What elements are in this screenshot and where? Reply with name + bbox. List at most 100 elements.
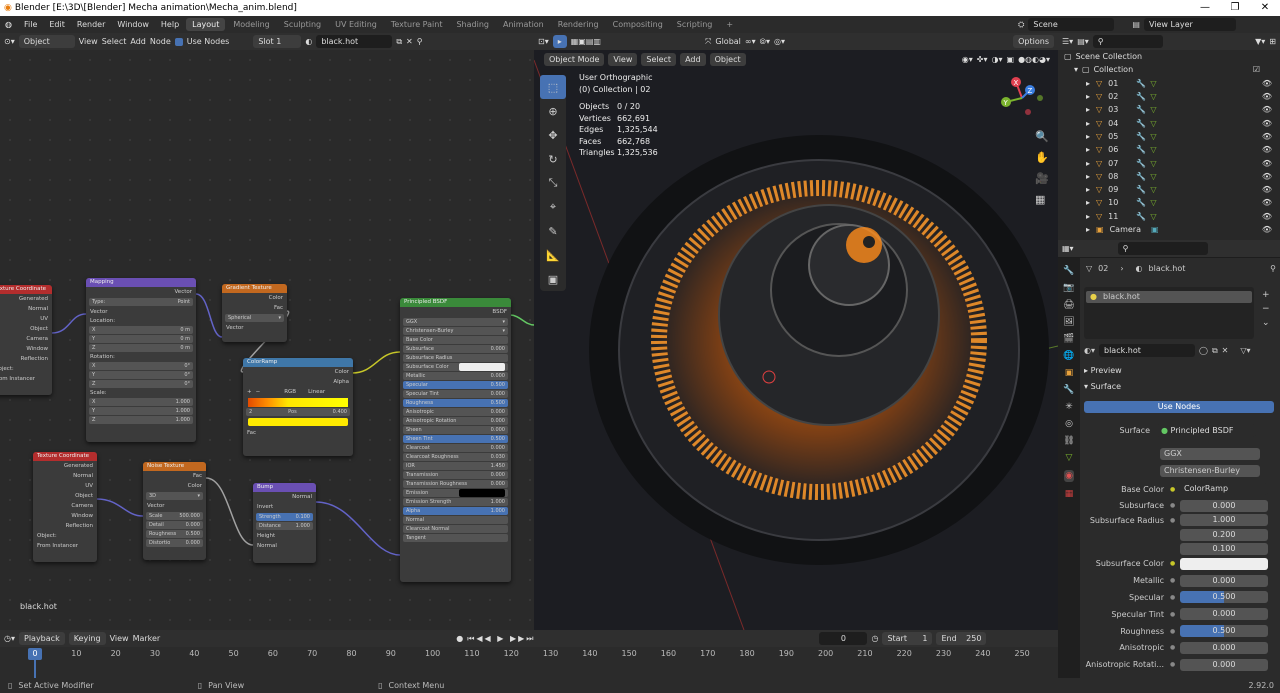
bsdf-input-row[interactable]: Tangent — [403, 534, 508, 542]
viewport-add-menu[interactable]: Add — [680, 53, 706, 66]
data-tab-icon[interactable]: ▽ — [1066, 453, 1073, 463]
tab-shading[interactable]: Shading — [450, 18, 495, 31]
current-frame-field[interactable]: 0 — [819, 632, 868, 645]
noise-texture-node[interactable]: Noise Texture Fac Color 3D ▾ Vector Scale… — [143, 462, 206, 560]
shader-type-dropdown[interactable]: Object — [18, 35, 75, 48]
options-dropdown[interactable]: Options — [1013, 35, 1054, 48]
bsdf-input-row[interactable]: Emission — [403, 489, 508, 497]
scene-selector[interactable]: Scene — [1028, 18, 1115, 31]
principled-bsdf-node[interactable]: Principled BSDF BSDF GGX ▾ Christensen-Bu… — [400, 298, 511, 582]
cursor-tool-icon[interactable]: ⊕ — [540, 99, 566, 123]
preview-panel-header[interactable]: ▸ Preview — [1084, 366, 1122, 375]
visibility-eye-icon[interactable]: 👁 — [1262, 145, 1272, 154]
unlink-material-icon[interactable]: ✕ — [406, 37, 413, 46]
mode-dropdown[interactable]: Object Mode — [544, 53, 605, 66]
playhead[interactable]: 0 — [28, 648, 42, 660]
expand-icon[interactable]: ▸ — [1086, 212, 1090, 221]
bsdf-input-row[interactable]: Specular Tint 0.000 — [403, 390, 508, 398]
property-value[interactable]: 0.200 — [1180, 528, 1268, 541]
interpolation-dropdown[interactable]: Linear — [308, 387, 325, 397]
mapping-node[interactable]: Mapping Vector Type: Point Vector Locatio… — [86, 278, 196, 442]
node-add-menu[interactable]: Add — [130, 37, 146, 46]
visibility-eye-icon[interactable]: 👁 — [1262, 119, 1272, 128]
expand-icon[interactable]: ▸ — [1086, 145, 1090, 154]
rotation-x[interactable]: X 0° — [89, 362, 193, 370]
select-mode-icons[interactable]: ▦▣▤▥ — [571, 37, 601, 46]
property-value[interactable]: 0.500 — [1180, 625, 1268, 637]
property-value[interactable]: 0.100 — [1180, 543, 1268, 556]
visibility-eye-icon[interactable]: 👁 — [1262, 212, 1272, 221]
visibility-eye-icon[interactable]: 👁 — [1262, 159, 1272, 168]
scene-collection-row[interactable]: ▢ Scene Collection — [1058, 50, 1280, 63]
clock-icon[interactable]: ◷ — [871, 634, 878, 643]
rotate-tool-icon[interactable]: ↻ — [540, 147, 566, 171]
distribution-dropdown[interactable]: GGX — [1160, 448, 1260, 460]
expand-icon[interactable]: ▸ — [1086, 172, 1090, 181]
add-slot-icon[interactable]: + — [1262, 290, 1270, 300]
stop-color-swatch[interactable] — [248, 418, 348, 426]
properties-search-input[interactable]: ⚲ — [1117, 242, 1208, 255]
bsdf-input-row[interactable]: Transmission 0.000 — [403, 471, 508, 479]
property-value[interactable]: 0.000 — [1180, 658, 1268, 671]
playback-menu[interactable]: Playback — [19, 632, 65, 645]
visibility-eye-icon[interactable]: 👁 — [1262, 79, 1272, 88]
annotate-tool-icon[interactable]: ✎ — [540, 219, 566, 243]
expand-icon[interactable]: ▸ — [1086, 119, 1090, 128]
browse-material-icon[interactable]: ◐▾ — [1084, 346, 1095, 355]
texture-coordinate-node-2[interactable]: Texture Coordinate Generated Normal UV O… — [33, 452, 97, 562]
stop-position-field[interactable]: 2 Pos 0.400 — [246, 408, 350, 416]
tab-layout[interactable]: Layout — [186, 18, 226, 31]
node-node-menu[interactable]: Node — [150, 37, 171, 46]
outliner-item-row[interactable]: ▸ ▽ 02 🔧 ▽ 👁 — [1058, 90, 1280, 103]
visibility-eye-icon[interactable]: 👁 — [1262, 198, 1272, 207]
dimensions-dropdown[interactable]: 3D ▾ — [146, 492, 203, 500]
gradient-texture-node[interactable]: Gradient Texture Color Fac Spherical ▾ Ve… — [222, 284, 287, 342]
menu-edit[interactable]: Edit — [44, 20, 70, 29]
camera-view-icon[interactable]: 🎥 — [1035, 172, 1049, 185]
material-slots-list[interactable]: ● black.hot — [1084, 287, 1254, 339]
property-value[interactable]: 1.000 — [1180, 514, 1268, 527]
viewport-editor-icon[interactable]: ⊡▾ — [538, 37, 549, 46]
expand-icon[interactable]: ▸ — [1086, 79, 1090, 88]
use-nodes-button[interactable]: Use Nodes — [1084, 401, 1274, 413]
particles-tab-icon[interactable]: ✳ — [1065, 402, 1073, 412]
rotation-z[interactable]: Z 0° — [89, 380, 193, 388]
viewport-view-menu[interactable]: View — [608, 53, 638, 66]
navigation-gizmo[interactable]: X Y Z — [996, 74, 1048, 126]
bsdf-input-row[interactable]: Alpha 1.000 — [403, 507, 508, 515]
add-stop-icon[interactable]: + — [247, 387, 252, 397]
property-value[interactable] — [1180, 557, 1268, 570]
modifier-tab-icon[interactable]: 🔧 — [1063, 385, 1074, 395]
outliner-item-row[interactable]: ▸ ▽ 06 🔧 ▽ 👁 — [1058, 143, 1280, 156]
material-name-field[interactable]: black.hot — [316, 35, 393, 48]
tab-animation[interactable]: Animation — [497, 18, 550, 31]
bsdf-input-row[interactable]: Sheen Tint 0.500 — [403, 435, 508, 443]
property-value[interactable]: ColorRamp — [1180, 483, 1268, 495]
remove-slot-icon[interactable]: − — [1262, 304, 1270, 314]
bsdf-input-row[interactable]: Anisotropic 0.000 — [403, 408, 508, 416]
bsdf-input-row[interactable]: Clearcoat Normal — [403, 525, 508, 533]
distance-field[interactable]: Distance 1.000 — [256, 522, 313, 530]
outliner-editor-icon[interactable]: ☰▾ — [1062, 37, 1073, 46]
bsdf-input-row[interactable]: Specular 0.500 — [403, 381, 508, 389]
colorramp-node[interactable]: ColorRamp Color Alpha + − RGB Linear 2 Po… — [243, 358, 353, 456]
expand-icon[interactable]: ▸ — [1086, 198, 1090, 207]
timeline-marker-menu[interactable]: Marker — [133, 634, 161, 643]
color-swatch[interactable] — [458, 363, 505, 371]
outliner-item-row[interactable]: ▸ ▽ 05 🔧 ▽ 👁 — [1058, 130, 1280, 143]
scale-y[interactable]: Y 1.000 — [89, 407, 193, 415]
visibility-eye-icon[interactable]: 👁 — [1262, 172, 1272, 181]
select-tool-icon[interactable]: ▸ — [552, 35, 567, 48]
strength-field[interactable]: Strength 0.100 — [256, 513, 313, 521]
duplicate-material-icon[interactable]: ⧉ — [396, 37, 402, 47]
select-box-tool-icon[interactable]: ⬚ — [540, 75, 566, 99]
bsdf-input-row[interactable]: Subsurface Radius — [403, 354, 508, 362]
bsdf-input-row[interactable]: Anisotropic Rotation 0.000 — [403, 417, 508, 425]
pin-icon[interactable]: ⚲ — [417, 37, 423, 46]
minimize-button[interactable]: — — [1190, 0, 1220, 16]
scene-tab-icon[interactable]: 🎬 — [1063, 334, 1074, 344]
location-z[interactable]: Z0 m — [89, 344, 193, 352]
bsdf-input-row[interactable]: Transmission Roughness 0.000 — [403, 480, 508, 488]
expand-icon[interactable]: ▸ — [1086, 185, 1090, 194]
gizmo-toggle-icon[interactable]: ✜▾ — [977, 55, 988, 64]
